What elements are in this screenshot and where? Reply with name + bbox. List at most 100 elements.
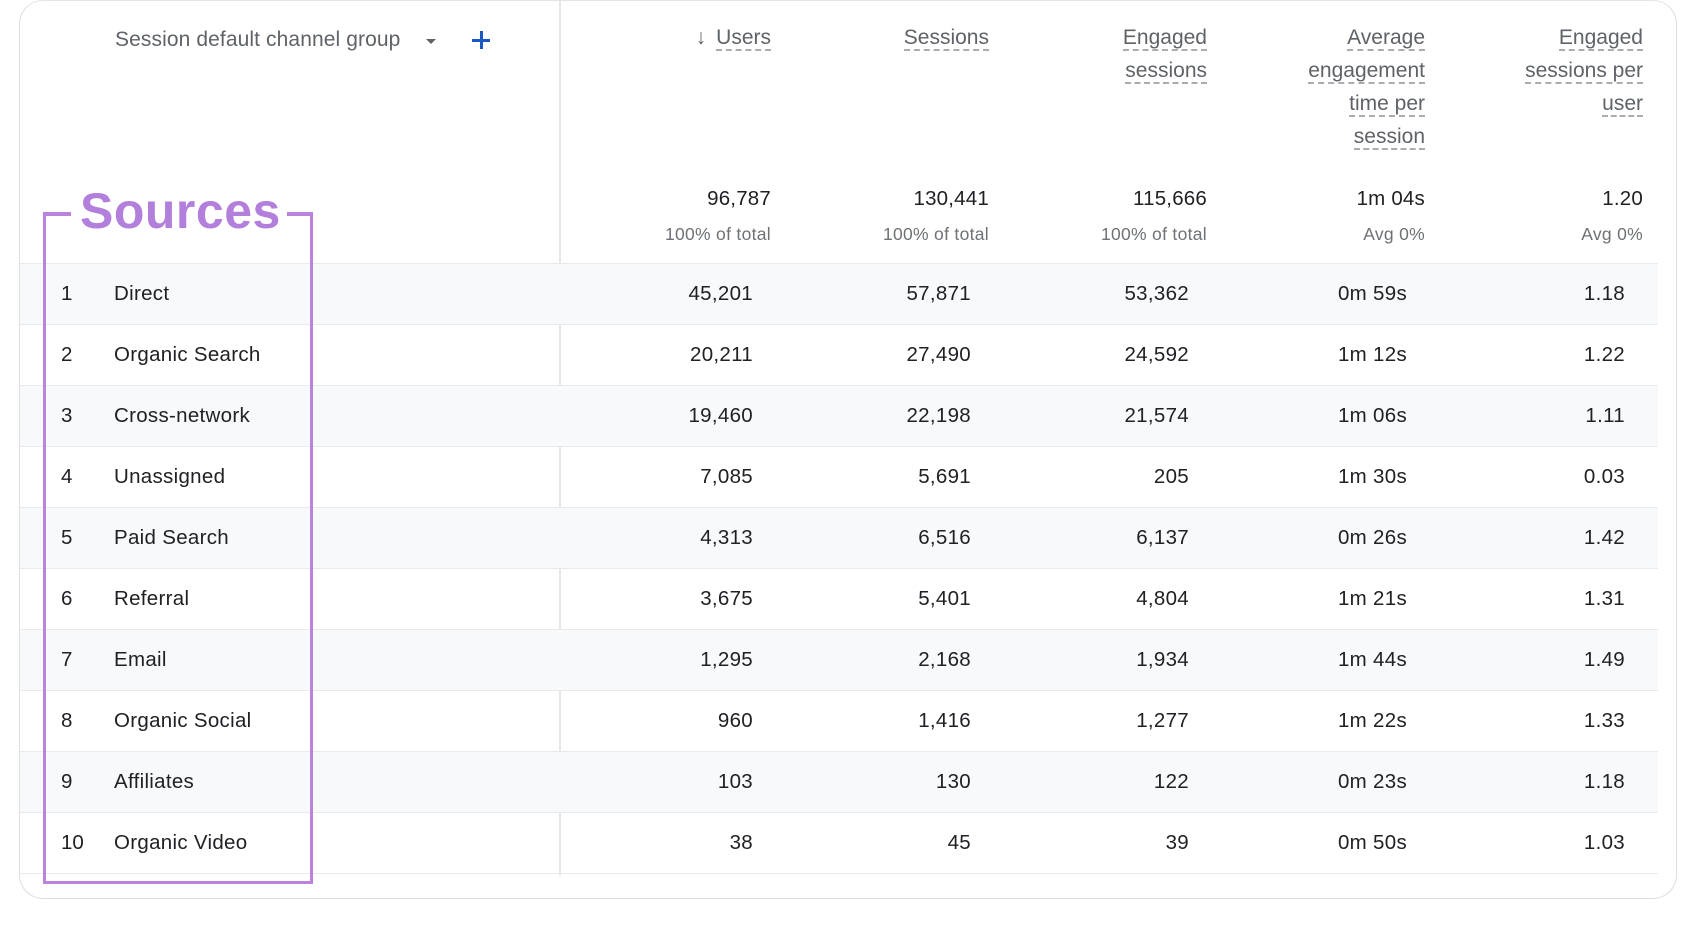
column-header-label: engagement xyxy=(1308,59,1425,84)
row-channel-label[interactable]: Affiliates xyxy=(114,770,194,794)
dimension-header: Session default channel group xyxy=(115,25,492,55)
cell-engaged-sessions: 1,934 xyxy=(1136,648,1189,671)
row-rank: 10 xyxy=(61,831,84,854)
cell-sessions: 57,871 xyxy=(906,282,971,305)
sources-annotation-box-edge xyxy=(43,212,71,216)
column-header-label: Engaged xyxy=(1558,26,1643,51)
report-table-card: Session default channel group ↓ Users Ses… xyxy=(19,0,1677,899)
table-row[interactable]: 5 Paid Search 4,313 6,516 6,137 0m 26s 1.42 xyxy=(20,507,1658,568)
cell-engaged-sessions-per-user: 0.03 xyxy=(1583,465,1625,488)
row-rank: 1 xyxy=(61,282,73,305)
table-row[interactable]: 1 Direct 45,201 57,871 53,362 0m 59s 1.18 xyxy=(20,263,1658,324)
total-engaged-sessions-per-user: 1.20 Avg 0% xyxy=(1581,187,1643,245)
cell-engaged-sessions-per-user: 1.49 xyxy=(1583,648,1625,671)
cell-sessions: 2,168 xyxy=(918,648,971,671)
row-channel-label[interactable]: Referral xyxy=(114,587,189,611)
cell-users: 4,313 xyxy=(700,526,753,549)
row-channel-label[interactable]: Organic Video xyxy=(114,831,247,855)
sources-annotation-box-edge xyxy=(287,212,313,216)
cell-engaged-sessions-per-user: 1.18 xyxy=(1583,282,1625,305)
cell-engaged-sessions: 21,574 xyxy=(1124,404,1189,427)
column-header-label: user xyxy=(1602,92,1643,117)
cell-engaged-sessions-per-user: 1.22 xyxy=(1583,343,1625,366)
row-channel-label[interactable]: Cross-network xyxy=(114,404,250,428)
cell-sessions: 6,516 xyxy=(918,526,971,549)
total-subtext: 100% of total xyxy=(882,224,989,244)
column-header-label: time per xyxy=(1349,92,1425,117)
total-subtext: Avg 0% xyxy=(1363,224,1425,244)
row-channel-label[interactable]: Email xyxy=(114,648,167,672)
row-channel-label[interactable]: Organic Search xyxy=(114,343,261,367)
row-channel-label[interactable]: Unassigned xyxy=(114,465,225,489)
cell-sessions: 5,401 xyxy=(918,587,971,610)
cell-avg-engagement-time: 0m 59s xyxy=(1337,282,1407,305)
column-header-label: Average xyxy=(1347,26,1425,51)
cell-engaged-sessions: 1,277 xyxy=(1136,709,1189,732)
cell-sessions: 130 xyxy=(935,770,971,793)
total-sessions: 130,441 100% of total xyxy=(883,187,989,245)
column-header-engaged-sessions[interactable]: Engaged sessions xyxy=(1122,21,1207,87)
total-value: 130,441 xyxy=(913,187,989,210)
row-channel-label[interactable]: Direct xyxy=(114,282,169,306)
cell-engaged-sessions: 24,592 xyxy=(1124,343,1189,366)
cell-avg-engagement-time: 0m 26s xyxy=(1337,526,1407,549)
row-channel-label[interactable]: Paid Search xyxy=(114,526,229,550)
column-header-users[interactable]: ↓ Users xyxy=(696,21,771,54)
table-row[interactable]: 3 Cross-network 19,460 22,198 21,574 1m 06s 1.… xyxy=(20,385,1658,446)
cell-engaged-sessions-per-user: 1.33 xyxy=(1583,709,1625,732)
cell-engaged-sessions-per-user: 1.03 xyxy=(1583,831,1625,854)
column-header-sessions[interactable]: Sessions xyxy=(903,21,989,54)
cell-sessions: 22,198 xyxy=(906,404,971,427)
cell-users: 7,085 xyxy=(700,465,753,488)
total-value: 96,787 xyxy=(707,187,771,210)
column-header-label: Users xyxy=(716,26,771,51)
cell-avg-engagement-time: 0m 50s xyxy=(1337,831,1407,854)
cell-engaged-sessions: 39 xyxy=(1165,831,1189,854)
cell-users: 20,211 xyxy=(690,343,753,366)
column-header-average-engagement-time[interactable]: Average engagement time per session xyxy=(1308,21,1425,153)
cell-users: 45,201 xyxy=(688,282,753,305)
column-header-label: sessions per xyxy=(1525,59,1643,84)
table-row[interactable]: 2 Organic Search 20,211 27,490 24,592 1m 12s 1… xyxy=(20,324,1658,385)
column-header-label: sessions xyxy=(1125,59,1207,84)
sources-annotation-label: Sources xyxy=(80,183,281,239)
cell-avg-engagement-time: 1m 21s xyxy=(1337,587,1407,610)
cell-avg-engagement-time: 1m 22s xyxy=(1337,709,1407,732)
cell-engaged-sessions: 122 xyxy=(1153,770,1189,793)
table-row[interactable]: 7 Email 1,295 2,168 1,934 1m 44s 1.49 xyxy=(20,629,1658,690)
table-row[interactable]: 6 Referral 3,675 5,401 4,804 1m 21s 1.31 xyxy=(20,568,1658,629)
row-rank: 2 xyxy=(61,343,73,366)
cell-engaged-sessions-per-user: 1.11 xyxy=(1585,404,1625,427)
total-subtext: 100% of total xyxy=(1100,224,1207,244)
total-value: 1m 04s xyxy=(1356,187,1425,210)
total-value: 1.20 xyxy=(1602,187,1643,210)
column-header-label: session xyxy=(1353,125,1425,150)
cell-avg-engagement-time: 1m 30s xyxy=(1337,465,1407,488)
total-engaged-sessions: 115,666 100% of total xyxy=(1101,187,1207,245)
cell-avg-engagement-time: 1m 12s xyxy=(1337,343,1407,366)
row-rank: 4 xyxy=(61,465,73,488)
plus-icon[interactable] xyxy=(470,29,492,51)
row-channel-label[interactable]: Organic Social xyxy=(114,709,252,733)
column-header-label: Engaged xyxy=(1122,26,1207,51)
total-average-engagement-time: 1m 04s Avg 0% xyxy=(1357,187,1425,245)
cell-engaged-sessions-per-user: 1.42 xyxy=(1583,526,1625,549)
cell-avg-engagement-time: 1m 44s xyxy=(1337,648,1407,671)
column-header-label: Sessions xyxy=(903,26,989,51)
row-rank: 7 xyxy=(61,648,73,671)
table-row[interactable]: 9 Affiliates 103 130 122 0m 23s 1.18 xyxy=(20,751,1658,812)
total-value: 115,666 xyxy=(1133,187,1207,210)
cell-users: 38 xyxy=(729,831,753,854)
cell-sessions: 5,691 xyxy=(918,465,971,488)
dimension-selector[interactable]: Session default channel group xyxy=(115,28,400,52)
cell-users: 1,295 xyxy=(700,648,753,671)
arrow-down-icon[interactable]: ↓ xyxy=(696,21,707,54)
table-row[interactable]: 10 Organic Video 38 45 39 0m 50s 1.03 xyxy=(20,812,1658,873)
column-header-engaged-sessions-per-user[interactable]: Engaged sessions per user xyxy=(1525,21,1643,120)
table-row[interactable]: 8 Organic Social 960 1,416 1,277 1m 22s 1.33 xyxy=(20,690,1658,751)
table-row[interactable]: 4 Unassigned 7,085 5,691 205 1m 30s 0.03 xyxy=(20,446,1658,507)
total-users: 96,787 100% of total xyxy=(665,187,771,245)
caret-down-icon[interactable] xyxy=(426,38,437,44)
row-rank: 6 xyxy=(61,587,73,610)
row-rank: 9 xyxy=(61,770,73,793)
